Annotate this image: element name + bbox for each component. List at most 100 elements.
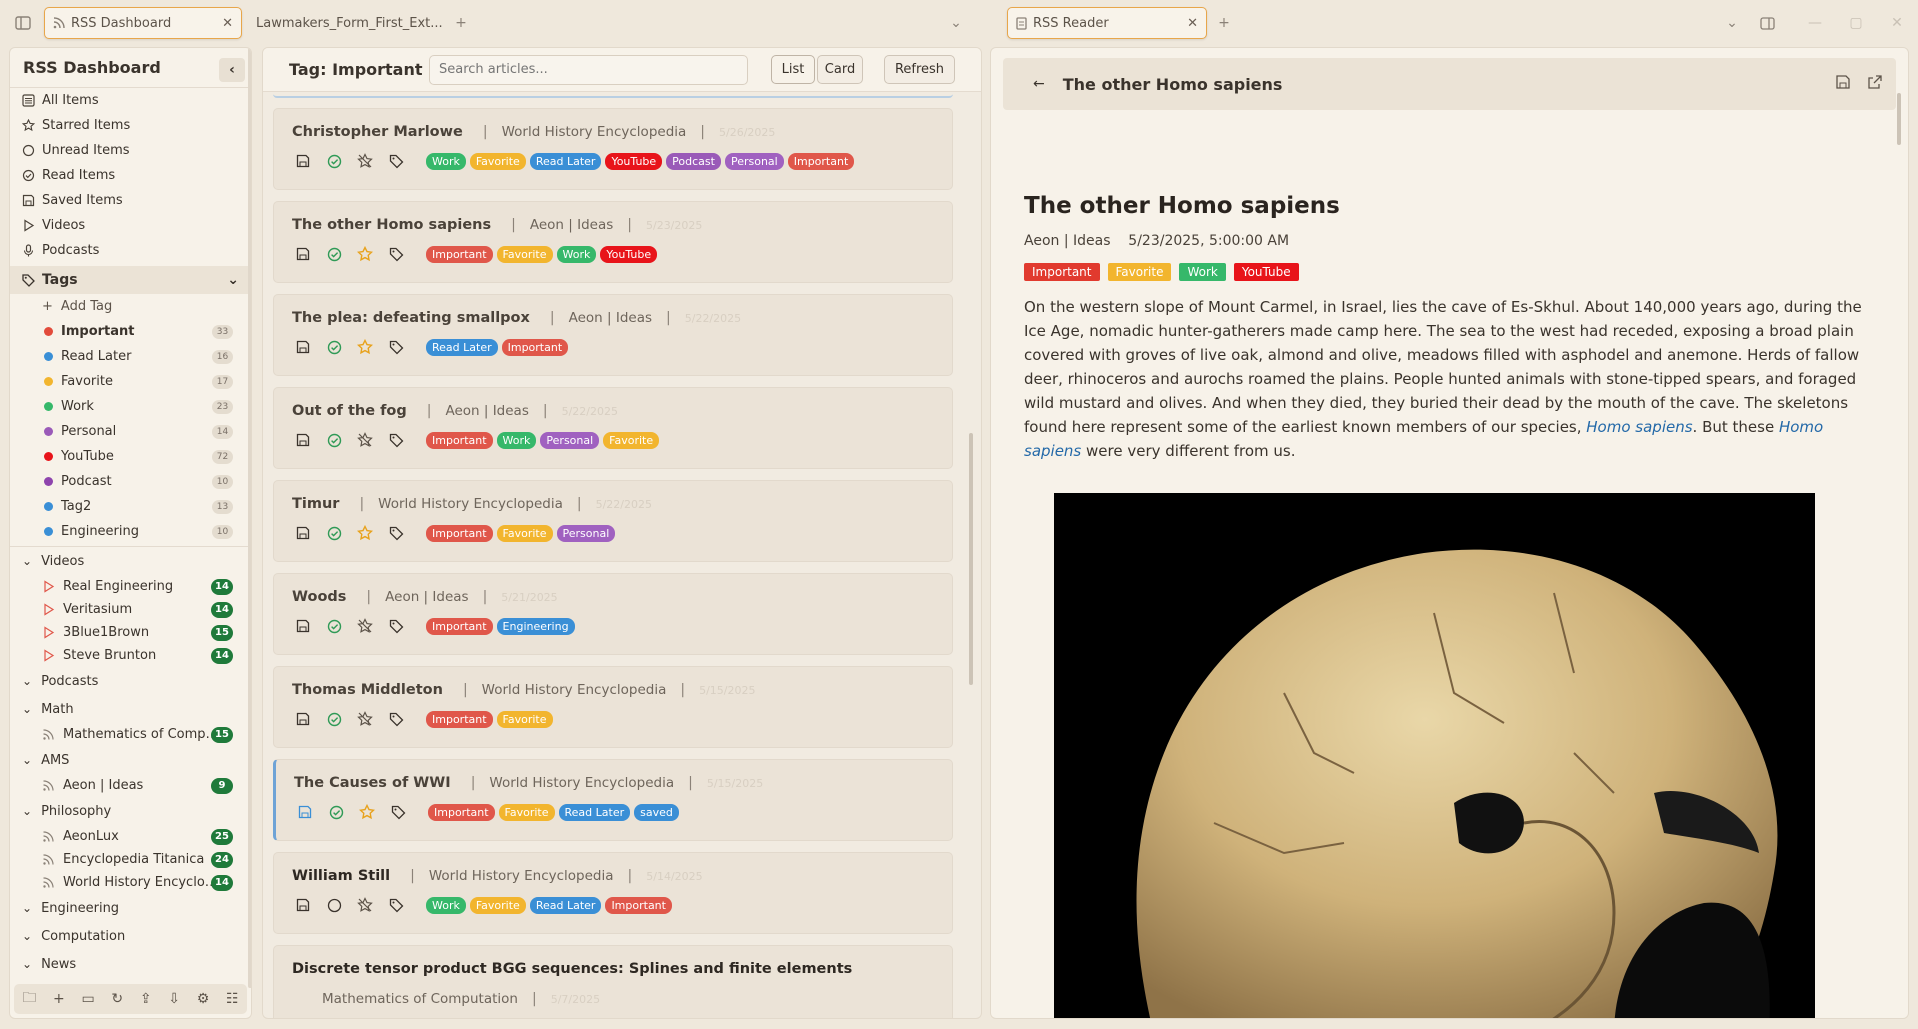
tag-pill[interactable]: Read Later <box>529 896 602 914</box>
tag-pill[interactable]: YouTube <box>600 245 658 263</box>
star-icon[interactable] <box>354 244 376 264</box>
feed-item[interactable]: Encyclopedia Titanica 24 <box>10 848 251 871</box>
save-icon[interactable] <box>292 430 314 450</box>
tag-item-important[interactable]: Important 33 <box>10 319 251 344</box>
tag-pill[interactable]: Favorite <box>469 896 526 914</box>
tag-pill[interactable]: Important <box>426 524 493 542</box>
list-view-icon[interactable]: ☷ <box>226 991 239 1007</box>
star-icon[interactable] <box>354 523 376 543</box>
tag-pill[interactable]: saved <box>634 803 679 821</box>
tag-pill[interactable]: Personal <box>724 152 784 170</box>
tag-pill[interactable]: Favorite <box>1107 263 1172 281</box>
tag-pill[interactable]: Favorite <box>496 710 553 728</box>
mark-read-icon[interactable] <box>323 616 345 636</box>
tag-item-tag2[interactable]: Tag2 13 <box>10 494 251 519</box>
save-icon[interactable] <box>292 151 314 171</box>
mark-read-icon[interactable] <box>323 151 345 171</box>
mark-unread-icon[interactable] <box>323 895 345 915</box>
feed-item[interactable]: Real Engineering 14 <box>10 575 251 598</box>
folder-podcasts[interactable]: ⌄ Podcasts <box>10 667 251 695</box>
tag-icon[interactable] <box>387 802 409 822</box>
mark-read-icon[interactable] <box>323 244 345 264</box>
folder-philosophy[interactable]: ⌄ Philosophy <box>10 797 251 825</box>
tag-pill[interactable]: Work <box>426 152 466 170</box>
save-icon[interactable] <box>292 895 314 915</box>
nav-item-unread-items[interactable]: Unread Items <box>10 138 251 163</box>
tag-icon[interactable] <box>385 616 407 636</box>
tag-icon[interactable] <box>385 151 407 171</box>
tag-item-personal[interactable]: Personal 14 <box>10 419 251 444</box>
feed-item[interactable]: AeonLux 25 <box>10 825 251 848</box>
mark-read-icon[interactable] <box>323 337 345 357</box>
folder-videos[interactable]: ⌄ Videos <box>10 547 251 575</box>
settings-icon[interactable]: ⚙ <box>197 991 210 1007</box>
import-icon[interactable]: ⇩ <box>168 991 180 1007</box>
tag-pill[interactable]: Read Later <box>529 152 602 170</box>
article-card[interactable]: Thomas Middleton | World History Encyclope… <box>273 666 953 748</box>
close-icon[interactable]: ✕ <box>1187 16 1198 31</box>
back-arrow-icon[interactable]: ← <box>1033 76 1045 92</box>
star-icon[interactable] <box>354 709 376 729</box>
tag-pill[interactable]: YouTube <box>1233 263 1299 281</box>
tag-pill[interactable]: Personal <box>556 524 616 542</box>
mark-read-icon[interactable] <box>323 523 345 543</box>
card-view-button[interactable]: Card <box>817 55 863 84</box>
mark-read-icon[interactable] <box>325 802 347 822</box>
tag-icon[interactable] <box>385 430 407 450</box>
tag-pill[interactable]: Important <box>1024 263 1100 281</box>
tag-pill[interactable]: Important <box>426 431 493 449</box>
tag-pill[interactable]: Important <box>501 338 569 356</box>
feed-item[interactable]: World History Encyclopedia 14 <box>10 871 251 894</box>
tag-pill[interactable]: Favorite <box>469 152 526 170</box>
tag-pill[interactable]: Important <box>428 803 495 821</box>
search-input[interactable] <box>429 54 748 85</box>
nav-item-videos[interactable]: Videos <box>10 213 251 238</box>
nav-item-all-items[interactable]: All Items <box>10 88 251 113</box>
tag-item-youtube[interactable]: YouTube 72 <box>10 444 251 469</box>
open-external-icon[interactable] <box>1868 75 1882 93</box>
save-icon[interactable] <box>292 244 314 264</box>
article-card[interactable]: Out of the fog | Aeon | Ideas | 5/22/2025 Imp… <box>273 387 953 469</box>
video-icon[interactable]: ▭ <box>81 991 94 1007</box>
chevron-down-icon[interactable]: ⌄ <box>945 12 967 34</box>
tag-pill[interactable]: Work <box>1179 263 1226 281</box>
star-icon[interactable] <box>356 802 378 822</box>
tag-icon[interactable] <box>385 895 407 915</box>
tag-pill[interactable]: Important <box>426 710 493 728</box>
tag-icon[interactable] <box>385 337 407 357</box>
folder-ams[interactable]: ⌄ AMS <box>10 746 251 774</box>
feed-item[interactable]: Mathematics of Computation15 <box>10 723 251 746</box>
save-icon[interactable] <box>294 802 316 822</box>
close-window-icon[interactable]: ✕ <box>1886 12 1908 34</box>
folder-news[interactable]: ⌄ News <box>10 950 251 978</box>
nav-item-read-items[interactable]: Read Items <box>10 163 251 188</box>
list-view-button[interactable]: List <box>771 55 815 84</box>
reader-scrollbar[interactable] <box>1897 93 1901 145</box>
add-tag-button[interactable]: + Add Tag <box>10 294 251 319</box>
tag-pill[interactable]: Important <box>787 152 855 170</box>
sidebar-scrollbar[interactable] <box>248 48 251 988</box>
close-icon[interactable]: ✕ <box>222 16 233 31</box>
nav-item-saved-items[interactable]: Saved Items <box>10 188 251 213</box>
tag-pill[interactable]: Personal <box>540 431 600 449</box>
collapse-sidebar-button[interactable]: ‹ <box>219 58 245 82</box>
folder-computation[interactable]: ⌄ Computation <box>10 922 251 950</box>
tag-pill[interactable]: Favorite <box>496 524 553 542</box>
article-card[interactable]: The Causes of WWI | World History Encyclop… <box>273 759 953 841</box>
tab-rss-reader[interactable]: RSS Reader ✕ <box>1007 7 1207 39</box>
star-icon[interactable] <box>354 337 376 357</box>
save-icon[interactable] <box>292 337 314 357</box>
article-card[interactable]: Timur | World History Encyclopedia | 5/22/20… <box>273 480 953 562</box>
tag-pill[interactable]: Work <box>496 431 537 449</box>
tag-pill[interactable]: Important <box>426 245 493 263</box>
tag-pill[interactable]: Engineering <box>496 617 575 635</box>
minimize-icon[interactable]: — <box>1804 12 1826 34</box>
tag-icon[interactable] <box>385 709 407 729</box>
export-icon[interactable]: ⇪ <box>140 991 152 1007</box>
add-feed-icon[interactable]: + <box>53 991 65 1007</box>
tab-rss-dashboard[interactable]: RSS Dashboard ✕ <box>44 7 242 39</box>
tag-pill[interactable]: Read Later <box>558 803 631 821</box>
tag-item-work[interactable]: Work 23 <box>10 394 251 419</box>
tag-pill[interactable]: Favorite <box>603 431 660 449</box>
tag-pill[interactable]: Favorite <box>496 245 553 263</box>
